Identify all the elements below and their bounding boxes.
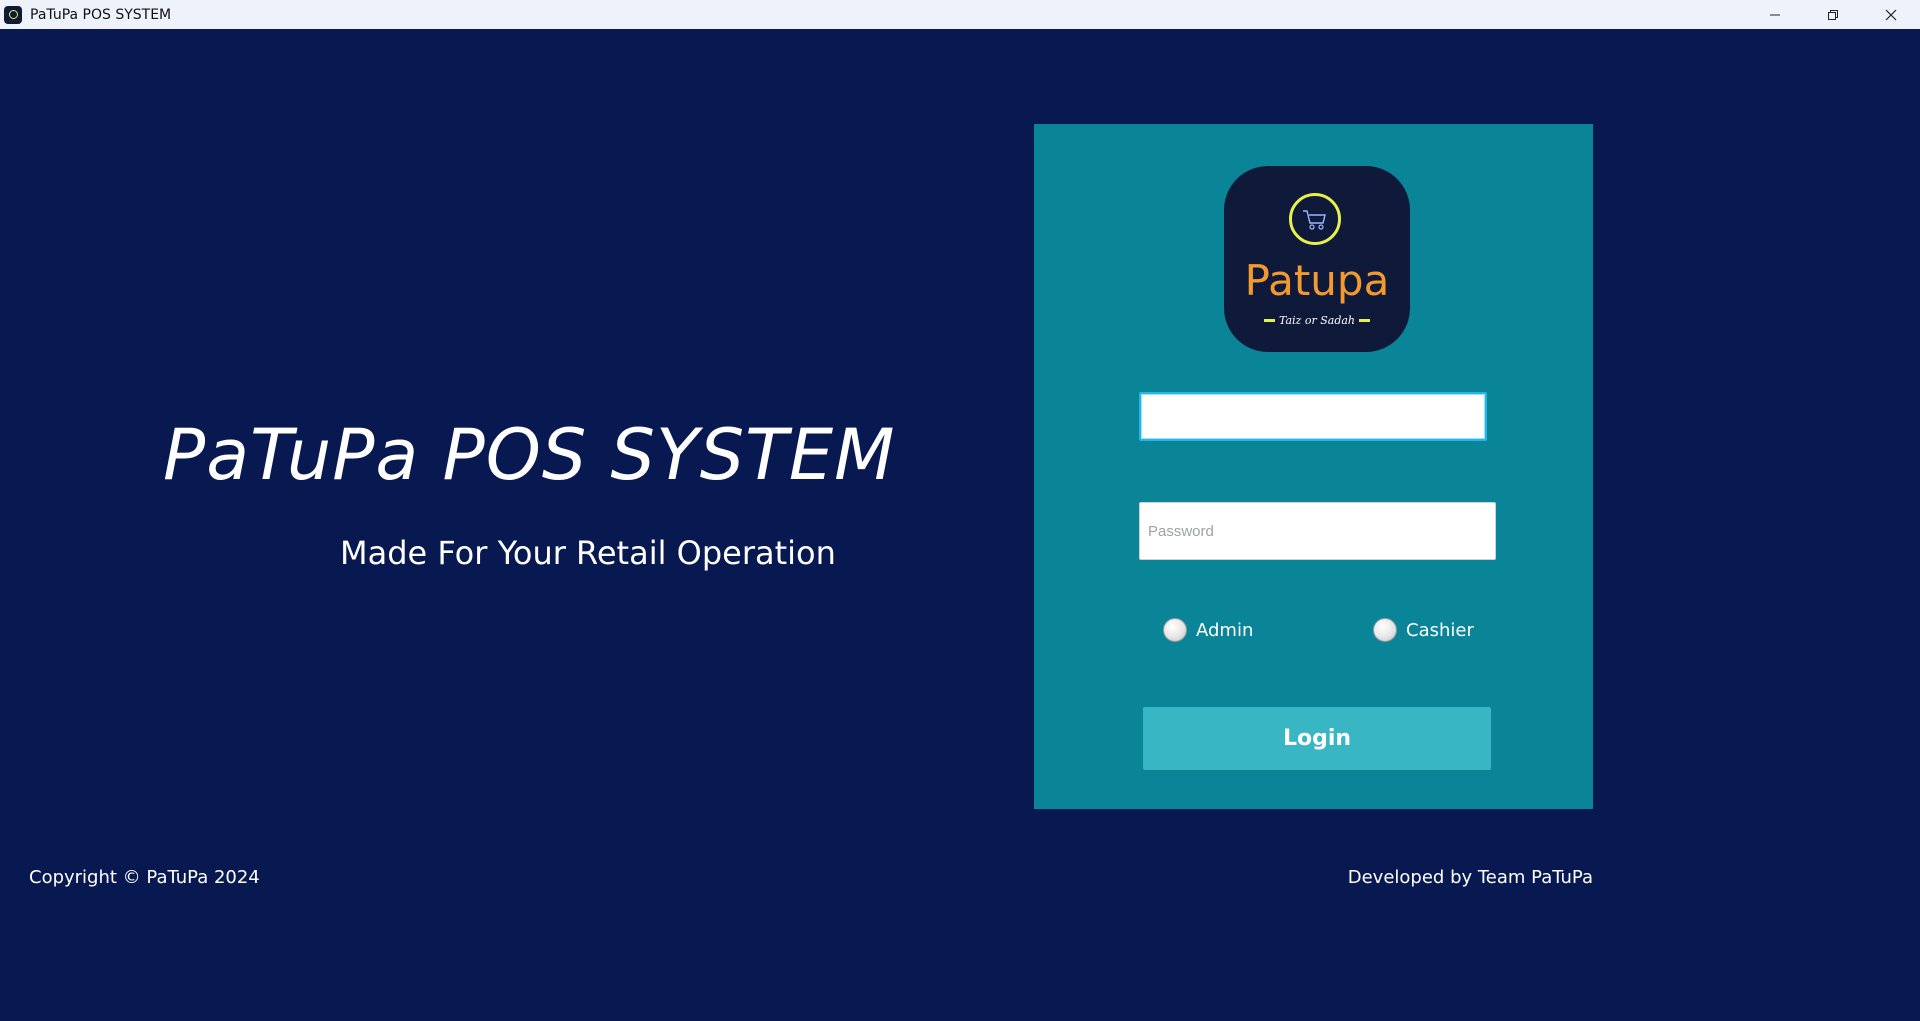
brand-tagline-row: Taiz or Sadah xyxy=(1264,312,1371,328)
hero-subtitle: Made For Your Retail Operation xyxy=(340,534,836,572)
password-input[interactable] xyxy=(1139,502,1496,560)
radio-circle-icon[interactable] xyxy=(1163,618,1187,642)
hero-title: PaTuPa POS SYSTEM xyxy=(163,414,896,496)
main-area: PaTuPa POS SYSTEM Made For Your Retail O… xyxy=(0,29,1920,1021)
close-button[interactable] xyxy=(1862,0,1920,29)
role-radio-admin[interactable]: Admin xyxy=(1163,618,1253,642)
restore-button[interactable] xyxy=(1804,0,1862,29)
brand-tagline: Taiz or Sadah xyxy=(1279,313,1356,327)
brand-name: Patupa xyxy=(1244,256,1390,305)
role-label-cashier: Cashier xyxy=(1406,619,1474,641)
minimize-button[interactable] xyxy=(1746,0,1804,29)
app-icon xyxy=(4,5,22,24)
username-input[interactable] xyxy=(1139,392,1487,441)
window-controls xyxy=(1746,0,1920,29)
copyright-text: Copyright © PaTuPa 2024 xyxy=(29,867,260,888)
tagline-divider xyxy=(1359,318,1371,322)
role-radio-cashier[interactable]: Cashier xyxy=(1373,618,1474,642)
login-panel: Patupa Taiz or Sadah Admin Cashier Login xyxy=(1034,124,1593,809)
role-label-admin: Admin xyxy=(1196,619,1254,641)
restore-icon xyxy=(1828,9,1838,20)
brand-logo: Patupa Taiz or Sadah xyxy=(1224,166,1410,352)
title-bar: PaTuPa POS SYSTEM xyxy=(0,0,1920,29)
close-icon xyxy=(1885,9,1897,20)
tagline-divider xyxy=(1264,318,1275,322)
login-button[interactable]: Login xyxy=(1143,707,1491,770)
radio-circle-icon[interactable] xyxy=(1373,618,1397,642)
window-title: PaTuPa POS SYSTEM xyxy=(30,6,172,23)
minimize-icon xyxy=(1770,14,1780,15)
developer-credit: Developed by Team PaTuPa xyxy=(1347,867,1593,888)
shopping-cart-icon xyxy=(1289,193,1341,245)
